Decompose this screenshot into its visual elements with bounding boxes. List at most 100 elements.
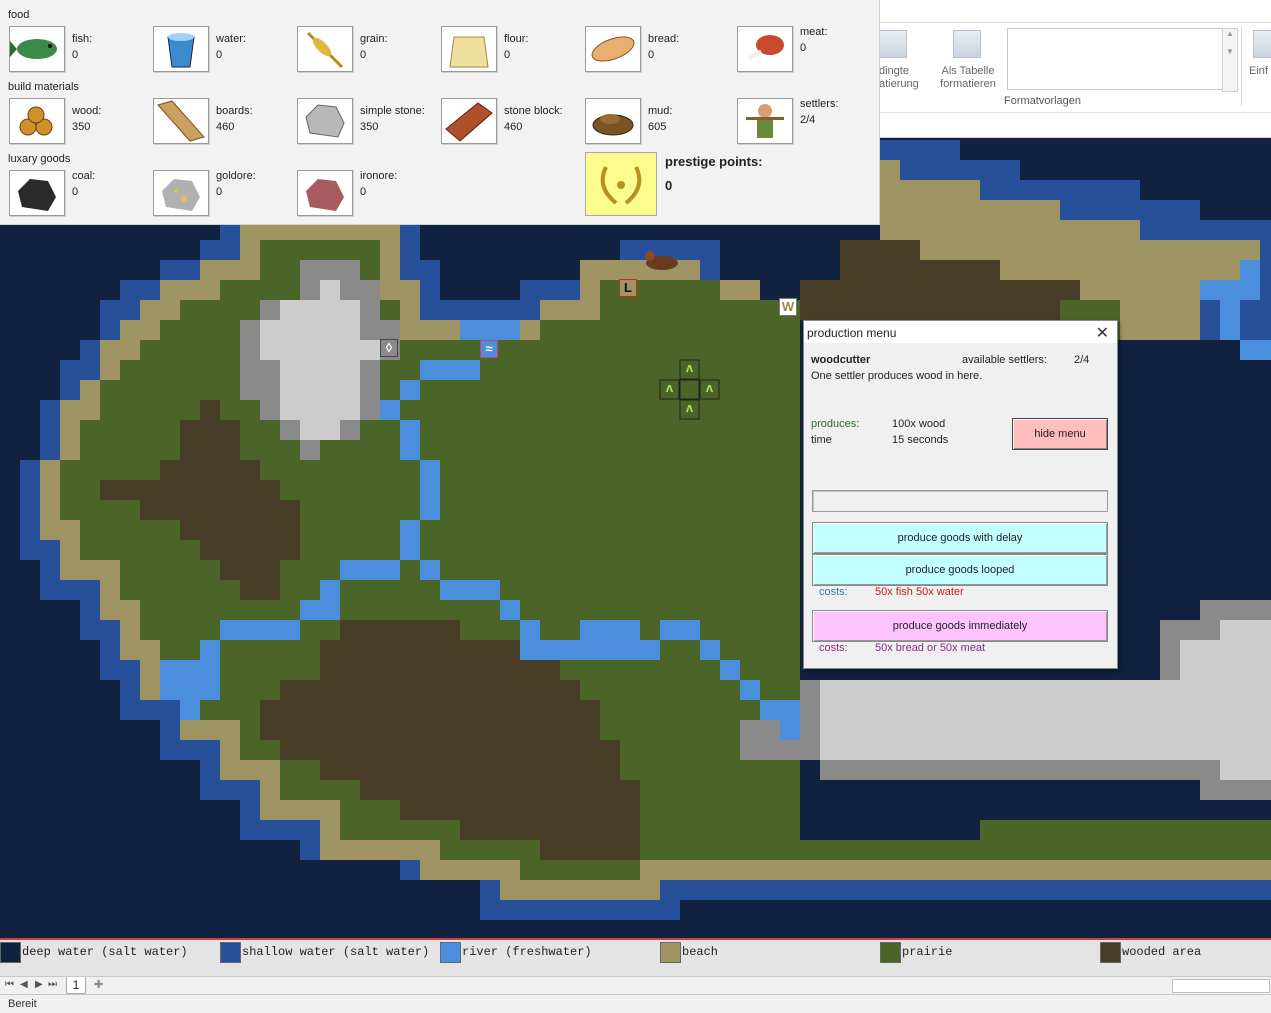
- status-bar: Bereit: [0, 994, 1271, 1013]
- resource-panel: food build materials luxary goods fish: …: [0, 0, 880, 225]
- woodcutter-marker[interactable]: W: [779, 298, 797, 316]
- legend-swatch-beach: [660, 942, 681, 963]
- legend-swatch-river: [440, 942, 461, 963]
- water-value: 0: [216, 49, 223, 61]
- stone-block-label: stone block:: [504, 105, 563, 117]
- table-format-button[interactable]: Als Tabelle formatieren: [933, 65, 1003, 91]
- grass-marker-right: ʌ: [705, 380, 714, 395]
- flour-sack-icon: [441, 26, 497, 72]
- wood-value: 350: [72, 121, 91, 133]
- production-menu-title: production menu: [807, 326, 897, 340]
- fish-value: 0: [72, 49, 79, 61]
- produce-with-delay-button[interactable]: produce goods with delay: [812, 522, 1108, 554]
- legend-swatch-deep-water: [0, 942, 21, 963]
- river-marker[interactable]: ≈: [480, 340, 498, 358]
- legend-swatch-shallow-water: [220, 942, 241, 963]
- conditional-format-icon[interactable]: [879, 30, 907, 58]
- cell-styles-gallery[interactable]: [1007, 28, 1227, 90]
- stone-block-value: 460: [504, 121, 523, 133]
- section-build-materials: build materials: [8, 81, 79, 93]
- simple-stone-value: 350: [360, 121, 379, 133]
- wood-logs-icon: [9, 98, 65, 144]
- legend-swatch-wooded-area: [1100, 942, 1121, 963]
- settlers-label: settlers:: [800, 98, 839, 110]
- prev-sheet-icon[interactable]: ◀: [20, 979, 28, 990]
- production-menu-dialog: production menu ✕ woodcutter available s…: [803, 320, 1118, 669]
- goldore-label: goldore:: [216, 170, 256, 182]
- hide-menu-button[interactable]: hide menu: [1012, 418, 1108, 450]
- ironore-icon: [297, 170, 353, 216]
- new-sheet-icon[interactable]: ✚: [94, 978, 103, 991]
- produces-value: 100x wood: [892, 418, 946, 430]
- next-sheet-icon[interactable]: ▶: [35, 979, 43, 990]
- ironore-value: 0: [360, 186, 367, 198]
- flour-value: 0: [504, 49, 511, 61]
- ribbon-tab-band: [879, 0, 1271, 23]
- legend-label-wooded-area: wooded area: [1122, 945, 1202, 959]
- available-settlers-value: 2/4: [1074, 354, 1090, 366]
- water-bucket-icon: [153, 26, 209, 72]
- fish-icon: [9, 26, 65, 72]
- settler-icon: [737, 98, 793, 144]
- formula-bar[interactable]: [879, 112, 1271, 135]
- grain-label: grain:: [360, 33, 388, 45]
- stone-icon: [297, 98, 353, 144]
- goldore-value: 0: [216, 186, 223, 198]
- coal-label: coal:: [72, 170, 96, 182]
- conditional-format-button[interactable]: dingte atierung: [879, 65, 919, 91]
- meat-icon: [737, 26, 793, 72]
- insert-button[interactable]: Einf: [1249, 65, 1268, 78]
- status-text: Bereit: [8, 998, 37, 1010]
- settlers-value: 2/4: [800, 114, 816, 126]
- coal-value: 0: [72, 186, 79, 198]
- meat-label: meat:: [800, 26, 828, 38]
- simple-stone-label: simple stone:: [360, 105, 425, 117]
- boards-label: boards:: [216, 105, 253, 117]
- grass-marker-top: ʌ: [685, 360, 694, 375]
- ironore-label: ironore:: [360, 170, 398, 182]
- boards-icon: [153, 98, 209, 144]
- laurel-wreath-icon: [585, 152, 657, 216]
- excel-ribbon: dingte atierung Als Tabelle formatieren …: [879, 0, 1271, 138]
- grain-icon: [297, 26, 353, 72]
- table-format-label-2: formatieren: [940, 78, 996, 90]
- stone-marker[interactable]: ◊: [380, 339, 398, 357]
- close-icon[interactable]: ✕: [1096, 323, 1109, 343]
- horizontal-scrollbar[interactable]: [1172, 979, 1270, 993]
- gallery-scroll[interactable]: ▲ ▼: [1222, 28, 1238, 92]
- fish-label: fish:: [72, 33, 93, 45]
- bread-value: 0: [648, 49, 655, 61]
- sheet-tab[interactable]: 1: [66, 977, 86, 994]
- mud-label: mud:: [648, 105, 673, 117]
- sheet-tab-bar: ⏮ ◀ ▶ ⏭ 1 ✚: [0, 976, 1271, 995]
- section-luxury-goods: luxary goods: [8, 153, 71, 165]
- produces-label: produces:: [811, 418, 860, 430]
- terrain-legend: deep water (salt water) shallow water (s…: [0, 938, 1271, 978]
- production-menu-titlebar: production menu ✕: [804, 321, 1117, 343]
- coal-icon: [9, 170, 65, 216]
- insert-icon[interactable]: [1253, 30, 1271, 58]
- produce-looped-button[interactable]: produce goods looped: [812, 554, 1108, 586]
- ribbon-separator: [1241, 26, 1242, 106]
- grass-marker-bottom: ʌ: [685, 400, 694, 415]
- legend-label-beach: beach: [682, 945, 719, 959]
- prestige-points-label: prestige points:: [665, 154, 763, 169]
- grass-marker-left: ʌ: [665, 380, 674, 395]
- brick-wall-icon: [441, 98, 497, 144]
- available-settlers-label: available settlers:: [962, 354, 1047, 366]
- lumber-marker[interactable]: L: [619, 279, 637, 297]
- wood-label: wood:: [72, 105, 102, 117]
- flour-label: flour:: [504, 33, 529, 45]
- time-value: 15 seconds: [892, 434, 949, 446]
- legend-label-deep-water: deep water (salt water): [22, 945, 188, 959]
- building-description: One settler produces wood in here.: [811, 370, 983, 382]
- legend-label-prairie: prairie: [902, 945, 953, 959]
- first-sheet-icon[interactable]: ⏮: [5, 979, 14, 990]
- produce-immediately-button[interactable]: produce goods immediately: [812, 610, 1108, 642]
- costs-value-2: 50x bread or 50x meat: [875, 642, 986, 654]
- table-format-icon[interactable]: [953, 30, 981, 58]
- last-sheet-icon[interactable]: ⏭: [48, 979, 57, 990]
- table-format-label-1: Als Tabelle: [941, 65, 995, 77]
- conditional-format-label-2: atierung: [879, 78, 919, 90]
- legend-label-river: river (freshwater): [462, 945, 592, 959]
